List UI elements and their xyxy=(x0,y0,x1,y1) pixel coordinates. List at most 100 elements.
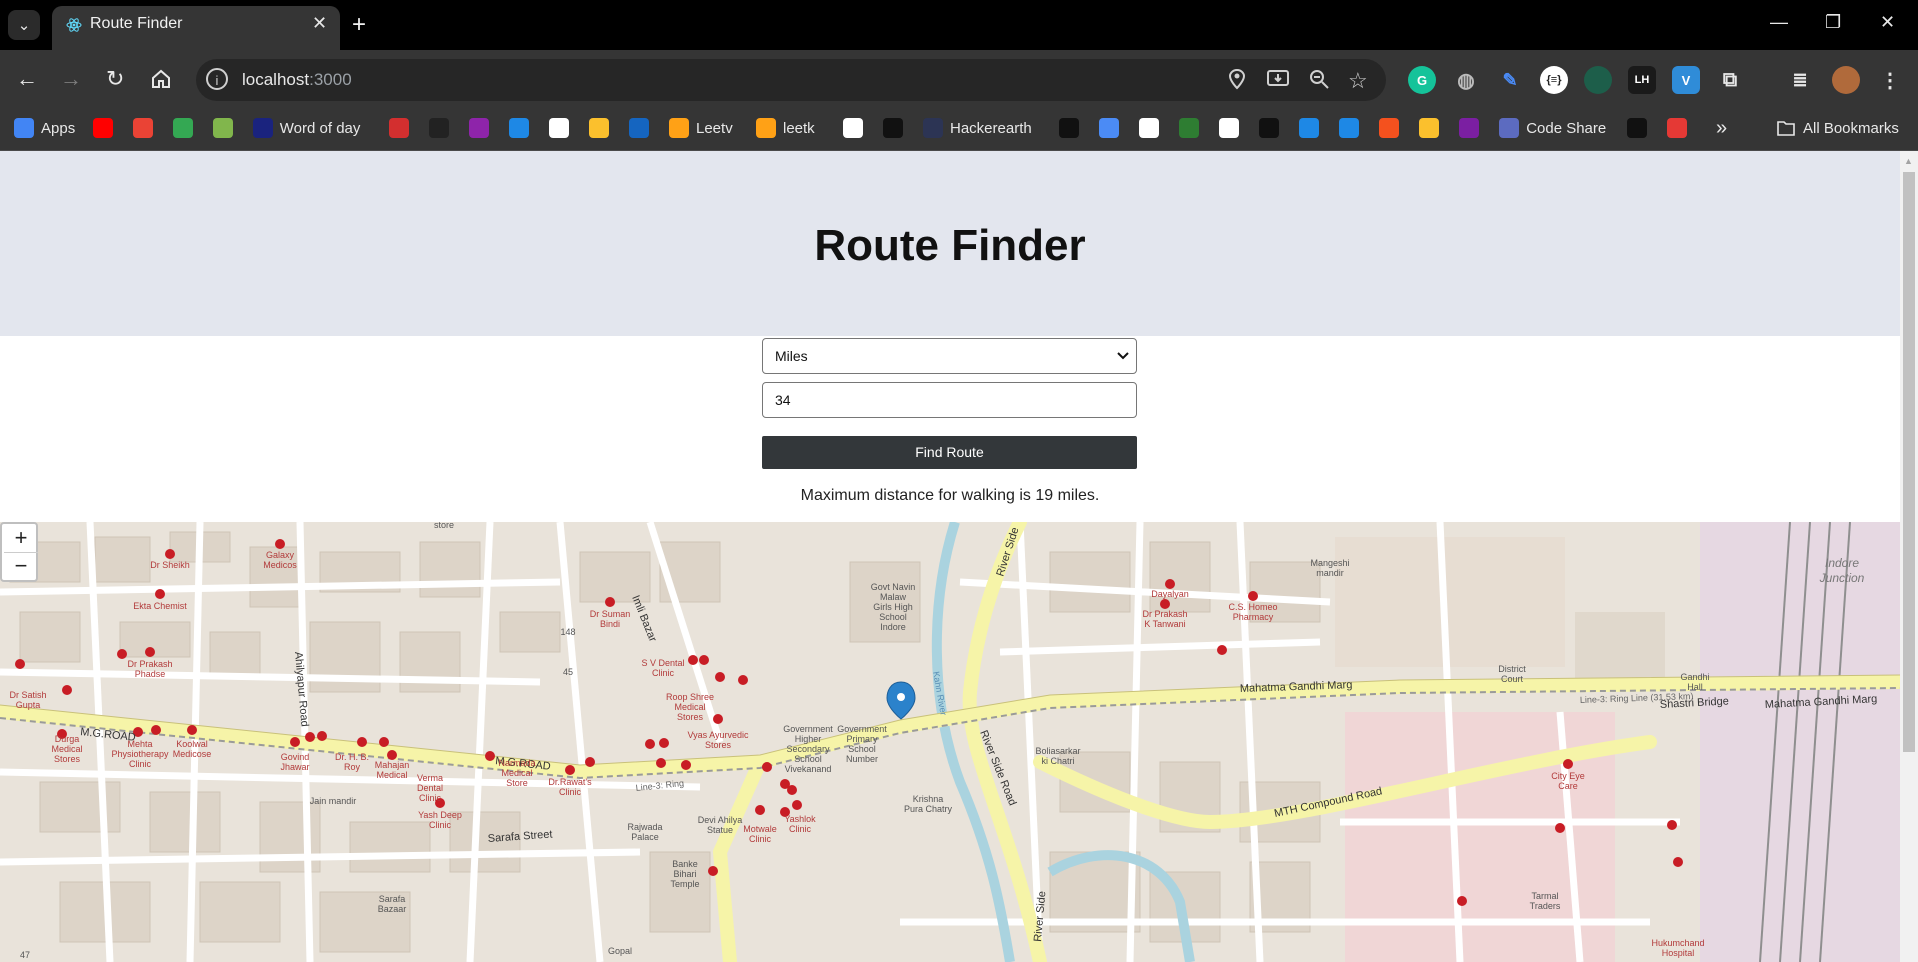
svg-text:Malaw: Malaw xyxy=(880,592,907,602)
page-viewport: Route Finder Miles 34 Find Route Maximum… xyxy=(0,151,1900,962)
maps-icon xyxy=(172,118,193,138)
bookmark-item[interactable] xyxy=(172,116,193,140)
bookmark-item[interactable] xyxy=(132,116,153,140)
chevron-down-icon xyxy=(1117,352,1129,360)
green-extension-icon[interactable] xyxy=(1584,66,1612,94)
svg-text:Clinic: Clinic xyxy=(749,834,772,844)
reload-icon[interactable]: ↻ xyxy=(106,66,124,92)
bookmark-item[interactable]: Code Share xyxy=(1499,116,1606,140)
bookmark-item[interactable] xyxy=(1179,116,1200,140)
bookmark-item[interactable] xyxy=(1459,116,1480,140)
minimize-icon[interactable]: — xyxy=(1770,12,1788,33)
svg-text:45: 45 xyxy=(563,667,573,677)
back-icon[interactable]: ← xyxy=(16,66,38,92)
bookmark-item[interactable]: Word of day xyxy=(252,116,360,140)
bookmark-item[interactable] xyxy=(1667,116,1688,140)
bookmark-item[interactable] xyxy=(1219,116,1240,140)
tab-search-chevron-icon[interactable]: ⌄ xyxy=(8,10,40,40)
profile-avatar[interactable] xyxy=(1832,66,1860,94)
bookmark-item[interactable]: Apps xyxy=(14,116,75,140)
svg-text:Govt Navin: Govt Navin xyxy=(871,582,916,592)
location-icon[interactable] xyxy=(1228,68,1246,90)
bookmark-item[interactable]: Leetv xyxy=(669,116,733,140)
bookmark-item[interactable] xyxy=(1099,116,1120,140)
svg-text:Primary: Primary xyxy=(847,734,878,744)
amazon-icon xyxy=(549,118,569,138)
close-window-icon[interactable]: ✕ xyxy=(1880,12,1895,33)
bookmark-item[interactable] xyxy=(1339,116,1360,140)
svg-text:Secondary: Secondary xyxy=(786,744,830,754)
site-info-icon[interactable]: i xyxy=(206,68,228,90)
svg-text:Indore: Indore xyxy=(880,622,906,632)
bookmark-item[interactable] xyxy=(883,116,903,140)
unit-select[interactable]: Miles xyxy=(762,338,1137,374)
bookmark-item[interactable] xyxy=(1259,116,1280,140)
tab-close-icon[interactable]: ✕ xyxy=(312,13,327,34)
svg-text:Dayalyan: Dayalyan xyxy=(1151,589,1189,599)
bookmark-item[interactable] xyxy=(589,116,609,140)
url-text[interactable]: localhost:3000 xyxy=(242,70,352,90)
zoom-in-button[interactable]: + xyxy=(4,524,38,553)
yellow-logo-icon xyxy=(589,118,609,138)
orange-card-icon xyxy=(1379,118,1400,138)
bookmark-item[interactable] xyxy=(843,116,863,140)
bookmark-item[interactable]: Hackerearth xyxy=(923,116,1032,140)
zoom-out-button[interactable]: − xyxy=(4,552,38,580)
media-control-icon[interactable]: ≣ xyxy=(1786,66,1814,94)
bookmarks-overflow-icon[interactable]: » xyxy=(1716,116,1727,140)
chess-icon xyxy=(212,118,233,138)
bookmark-item[interactable] xyxy=(429,116,449,140)
bookmark-item[interactable] xyxy=(1419,116,1440,140)
scroll-up-arrow-icon[interactable]: ▲ xyxy=(1904,156,1913,166)
bookmark-item[interactable]: leetk xyxy=(756,116,815,140)
lh-extension-icon[interactable]: LH xyxy=(1628,66,1656,94)
svg-text:Ekta Chemist: Ekta Chemist xyxy=(133,601,187,611)
bookmark-item[interactable] xyxy=(212,116,233,140)
svg-text:Stores: Stores xyxy=(705,740,732,750)
distance-input[interactable]: 34 xyxy=(762,382,1137,418)
bookmark-item[interactable] xyxy=(1059,116,1080,140)
scrollbar-thumb[interactable] xyxy=(1903,172,1915,752)
svg-text:Motwale: Motwale xyxy=(743,824,777,834)
install-app-icon[interactable] xyxy=(1266,68,1290,90)
svg-text:Bazaar: Bazaar xyxy=(378,904,407,914)
svg-text:Gupta: Gupta xyxy=(16,700,41,710)
bookmark-item[interactable] xyxy=(629,116,649,140)
globe-extension-icon[interactable]: ◍ xyxy=(1452,66,1480,94)
smiley-icon xyxy=(1219,118,1240,138)
svg-text:Jain mandir: Jain mandir xyxy=(310,796,357,806)
address-bar[interactable] xyxy=(196,59,1386,101)
forward-icon[interactable]: → xyxy=(60,66,82,92)
home-icon[interactable] xyxy=(150,68,172,90)
svg-text:Gandhi: Gandhi xyxy=(1680,672,1709,682)
svg-text:Temple: Temple xyxy=(670,879,699,889)
v-extension-icon[interactable]: V xyxy=(1672,66,1700,94)
new-tab-button[interactable]: + xyxy=(352,11,366,39)
json-extension-icon[interactable]: {≡} xyxy=(1540,66,1568,94)
gmail-icon xyxy=(132,118,153,138)
grammarly-extension-icon[interactable]: G xyxy=(1408,66,1436,94)
bookmark-item[interactable] xyxy=(1379,116,1400,140)
find-route-button[interactable]: Find Route xyxy=(762,436,1137,469)
extensions-puzzle-icon[interactable]: ⧉ xyxy=(1716,66,1744,94)
svg-text:Vivekanand: Vivekanand xyxy=(785,764,832,774)
restore-icon[interactable]: ❐ xyxy=(1825,12,1841,33)
bookmark-star-icon[interactable]: ☆ xyxy=(1348,68,1368,94)
bookmark-item[interactable] xyxy=(549,116,569,140)
bookmark-item[interactable] xyxy=(1627,116,1648,140)
all-bookmarks-button[interactable]: All Bookmarks xyxy=(1776,116,1899,140)
map[interactable]: M.G.ROAD M.G.ROAD Mahatma Gandhi Marg Ma… xyxy=(0,522,1900,962)
svg-text:Clinic: Clinic xyxy=(429,820,452,830)
bookmark-item[interactable] xyxy=(92,116,113,140)
feather-extension-icon[interactable]: ✎ xyxy=(1496,66,1524,94)
bookmark-item[interactable] xyxy=(1299,116,1320,140)
menu-kebab-icon[interactable]: ⋮ xyxy=(1876,66,1904,94)
svg-text:Roop Shree: Roop Shree xyxy=(666,692,714,702)
bookmark-item[interactable] xyxy=(469,116,489,140)
bookmark-item[interactable] xyxy=(509,116,529,140)
bookmark-item[interactable] xyxy=(389,116,409,140)
bookmark-item[interactable] xyxy=(1139,116,1160,140)
zoom-icon[interactable] xyxy=(1308,68,1330,90)
map-tiles: M.G.ROAD M.G.ROAD Mahatma Gandhi Marg Ma… xyxy=(0,522,1900,962)
bookmark-label: Leetv xyxy=(696,119,733,137)
